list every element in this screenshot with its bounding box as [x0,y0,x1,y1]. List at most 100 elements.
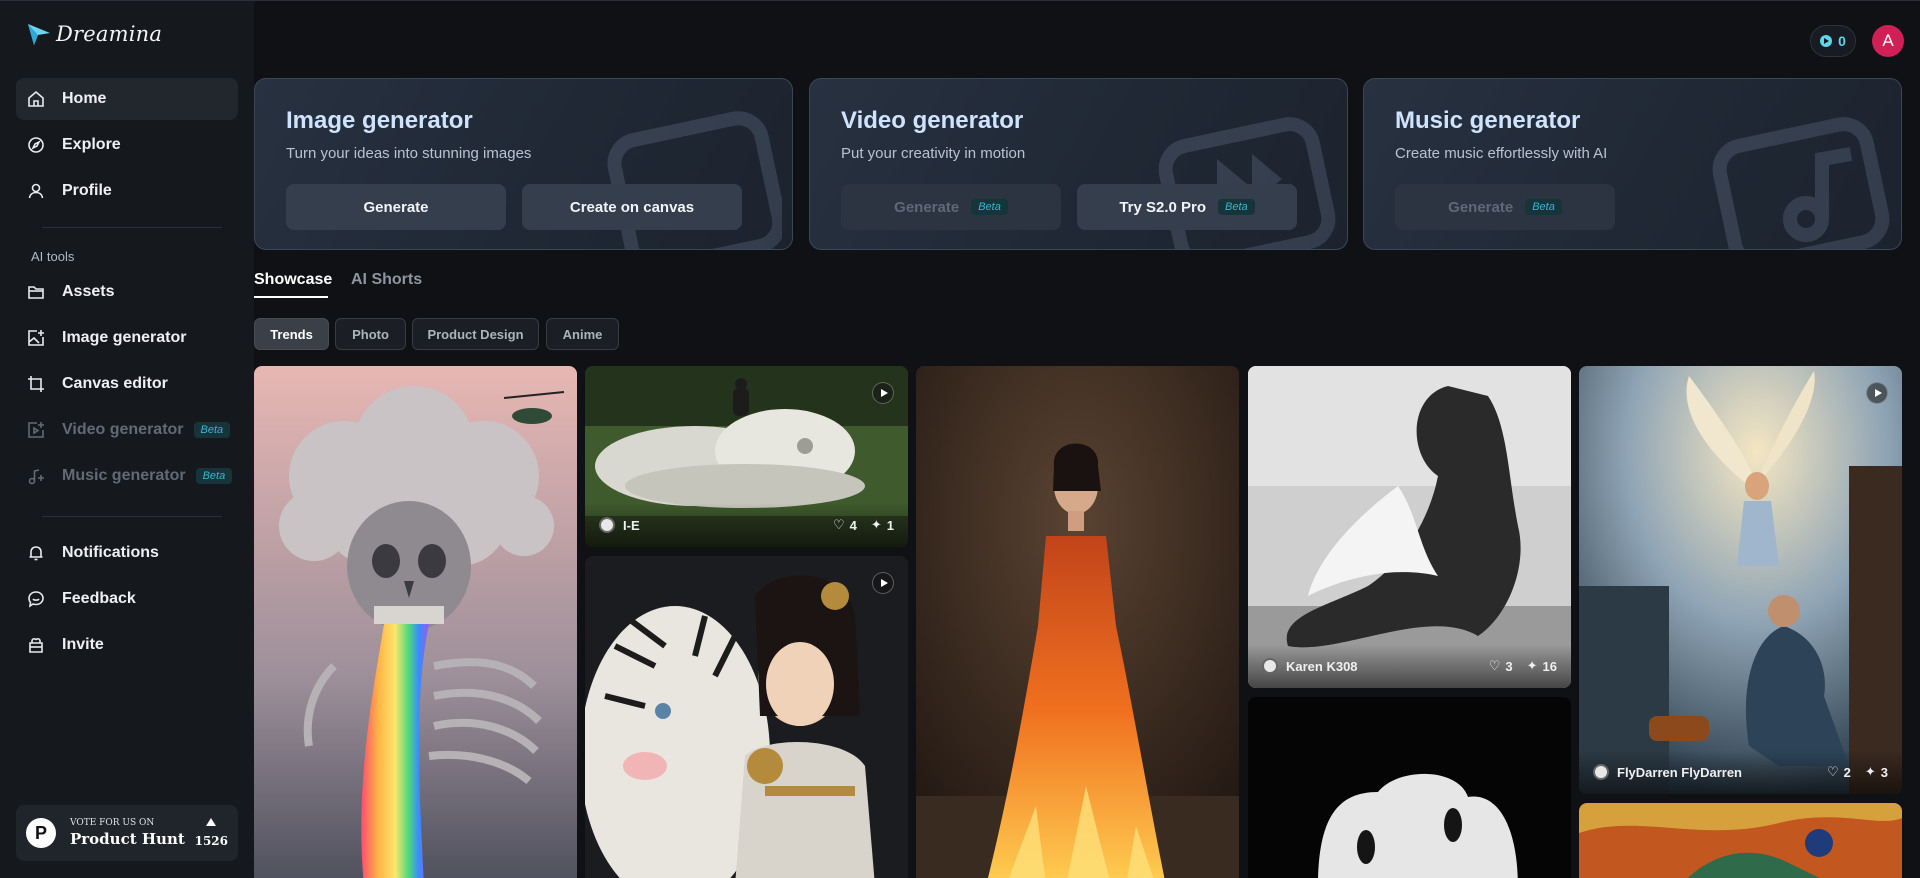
nav-profile[interactable]: Profile [16,170,238,212]
nav-video-generator-label: Video generator [62,421,184,438]
user-avatar[interactable] [1593,764,1609,780]
generate-video-button[interactable]: Generate Beta [841,184,1061,230]
gallery-item-ghost[interactable] [1248,697,1571,878]
bell-icon [26,543,46,563]
filter-product-design[interactable]: Product Design [412,318,539,350]
logo[interactable]: Dreamina [26,21,162,47]
nav-video-generator[interactable]: Video generator Beta [16,409,238,451]
heart-icon: ♡ [1826,764,1839,779]
beta-badge: Beta [193,422,231,438]
video-generator-card[interactable]: Video generator Put your creativity in m… [809,78,1348,250]
filter-photo[interactable]: Photo [335,318,406,350]
user-avatar[interactable] [1262,658,1278,674]
tab-ai-shorts[interactable]: AI Shorts [351,271,422,289]
gift-icon [26,635,46,655]
user-name[interactable]: Karen K308 [1286,659,1358,674]
likes[interactable]: ♡ 4 [833,517,857,533]
user-name[interactable]: FlyDarren FlyDarren [1617,765,1742,780]
try-s2-pro-button[interactable]: Try S2.0 Pro Beta [1077,184,1297,230]
card-title: Music generator [1395,107,1581,134]
sparkle-icon: ✦ [870,517,882,532]
likes[interactable]: ♡ 2 [1827,764,1851,780]
nav-canvas-editor-label: Canvas editor [62,375,168,392]
button-label: Generate [1448,198,1514,216]
card-title: Image generator [286,107,473,134]
painting-image [1579,803,1902,878]
video-play-icon[interactable] [1866,382,1888,404]
gallery-item-fire-dress[interactable] [916,366,1239,878]
beta-badge: Beta [1525,199,1562,215]
angel-image [1579,366,1902,794]
user-name[interactable]: I-E [623,518,640,533]
product-hunt-logo: P [26,818,56,848]
upvote-icon [206,818,217,826]
nav-image-generator[interactable]: Image generator [16,317,238,359]
likes-count: 3 [1505,658,1513,674]
nav-home-label: Home [62,90,107,107]
folder-icon [26,282,46,302]
music-plus-icon [26,466,46,486]
tools-nav: Assets Image generator Canvas editor Vid… [16,271,238,501]
bottom-nav: Notifications Feedback Invite [16,532,238,670]
credits-button[interactable]: 0 [1810,25,1856,57]
product-hunt-votes: 1526 [195,818,228,848]
product-hunt-caption: VOTE FOR US ON [70,818,155,828]
button-label: Generate [894,198,960,216]
gallery-item-tiger[interactable] [585,556,908,878]
user-icon [26,181,46,201]
remixes-count: 3 [1880,764,1888,780]
sparkle-icon: ✦ [1526,658,1538,673]
nav-notifications-label: Notifications [62,544,159,561]
gallery-item-sculpture[interactable]: Karen K308 ♡ 3 ✦ 16 [1248,366,1571,688]
credit-icon [1820,35,1833,47]
sparkle-icon: ✦ [1864,764,1876,779]
nav-feedback[interactable]: Feedback [16,578,238,620]
gallery-item-angel[interactable]: FlyDarren FlyDarren ♡ 2 ✦ 3 [1579,366,1902,794]
nav-assets[interactable]: Assets [16,271,238,313]
generate-image-button[interactable]: Generate [286,184,506,230]
filter-anime[interactable]: Anime [546,318,619,350]
fire-dress-image [916,366,1239,878]
remixes[interactable]: ✦ 16 [1527,658,1557,674]
nav-explore[interactable]: Explore [16,124,238,166]
credits-count: 0 [1838,33,1846,49]
chat-icon [26,589,46,609]
item-meta: I-E ♡ 4 ✦ 1 [585,503,908,547]
create-on-canvas-button[interactable]: Create on canvas [522,184,742,230]
video-play-icon[interactable] [872,572,894,594]
nav-notifications[interactable]: Notifications [16,532,238,574]
gallery-item-painting[interactable] [1579,803,1902,878]
video-plus-icon [26,420,46,440]
remixes[interactable]: ✦ 1 [871,517,894,533]
main-nav: Home Explore Profile [16,78,238,216]
nav-canvas-editor[interactable]: Canvas editor [16,363,238,405]
likes[interactable]: ♡ 3 [1489,658,1513,674]
remixes[interactable]: ✦ 3 [1865,764,1888,780]
card-subtitle: Turn your ideas into stunning images [286,145,532,162]
nav-music-generator[interactable]: Music generator Beta [16,455,238,497]
item-meta: Karen K308 ♡ 3 ✦ 16 [1248,644,1571,688]
app-name: Dreamina [56,22,163,46]
avatar[interactable]: A [1872,25,1904,57]
product-hunt-badge[interactable]: P VOTE FOR US ON Product Hunt 1526 [16,805,238,861]
logo-icon [28,24,50,45]
nav-image-generator-label: Image generator [62,329,187,346]
image-plus-icon [26,328,46,348]
video-play-icon[interactable] [872,382,894,404]
nav-invite[interactable]: Invite [16,624,238,666]
user-avatar[interactable] [599,517,615,533]
tab-showcase[interactable]: Showcase [254,271,332,289]
skeleton-image [254,366,577,878]
gallery-item-skeleton[interactable] [254,366,577,878]
ghost-image [1248,697,1571,878]
gallery-item-snake[interactable]: I-E ♡ 4 ✦ 1 [585,366,908,547]
generate-music-button[interactable]: Generate Beta [1395,184,1615,230]
image-generator-card[interactable]: Image generator Turn your ideas into stu… [254,78,793,250]
nav-profile-label: Profile [62,182,112,199]
nav-assets-label: Assets [62,283,115,300]
filter-trends[interactable]: Trends [254,318,329,350]
card-subtitle: Create music effortlessly with AI [1395,145,1608,162]
music-generator-card[interactable]: Music generator Create music effortlessl… [1363,78,1902,250]
nav-home[interactable]: Home [16,78,238,120]
compass-icon [26,135,46,155]
